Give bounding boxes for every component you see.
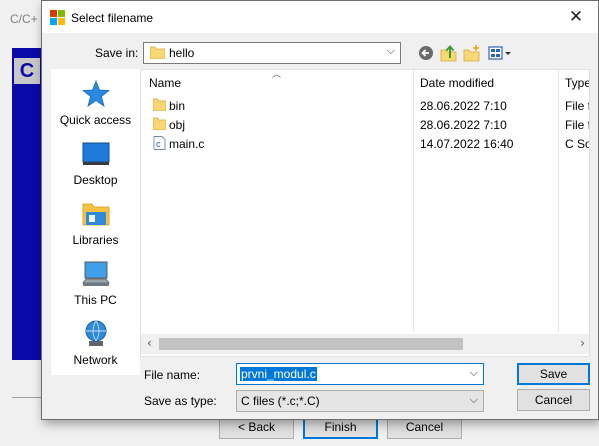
save-in-dropdown[interactable]: hello ⌵ [143, 42, 401, 64]
folder-icon [153, 117, 166, 130]
libraries-icon [82, 203, 110, 226]
back-icon[interactable] [417, 43, 435, 63]
save-in-value: hello [169, 46, 195, 60]
c-file-icon: c [153, 136, 166, 150]
wizard-banner [12, 48, 44, 360]
file-type: C Sou [565, 137, 589, 151]
file-date: 28.06.2022 7:10 [420, 99, 507, 113]
file-type: File fo [565, 99, 589, 113]
place-network[interactable]: Network [51, 319, 140, 379]
desktop-icon [82, 142, 110, 165]
chevron-down-icon: ⌵ [386, 44, 395, 57]
place-label: Network [73, 353, 118, 367]
new-folder-icon[interactable] [463, 43, 481, 63]
file-type: File fo [565, 118, 589, 132]
column-header-name[interactable]: Name [149, 70, 181, 96]
star-icon [81, 79, 111, 107]
network-icon [85, 320, 107, 346]
sort-ascending-icon: ︿ [272, 70, 282, 80]
file-name-value: prvni_modul.c [240, 367, 317, 381]
dialog-title: Select filename [71, 11, 154, 25]
save-as-type-dropdown[interactable]: C files (*.c;*.C) ⌵ [236, 390, 484, 412]
horizontal-scrollbar[interactable]: ‹ › [141, 334, 589, 354]
wizard-banner-letter: C [14, 58, 40, 84]
place-quick-access[interactable]: Quick access [51, 79, 140, 139]
file-date: 28.06.2022 7:10 [420, 118, 507, 132]
chevron-down-icon[interactable]: ⌵ [470, 366, 478, 380]
place-label: Desktop [73, 173, 118, 187]
scroll-right-icon[interactable]: › [580, 336, 585, 350]
file-row[interactable]: bin 28.06.2022 7:10 File fo [141, 96, 589, 115]
file-date: 14.07.2022 16:40 [420, 137, 514, 151]
places-bar: Quick access Desktop Libraries This PC N… [51, 69, 140, 375]
chevron-down-icon: ⌵ [469, 393, 478, 406]
file-row[interactable]: obj 28.06.2022 7:10 File fo [141, 115, 589, 134]
file-name-input[interactable]: prvni_modul.c ⌵ [236, 363, 484, 385]
place-this-pc[interactable]: This PC [51, 259, 140, 319]
save-in-label: Save in: [95, 46, 139, 60]
close-icon[interactable]: ✕ [554, 1, 598, 33]
folder-icon [150, 46, 165, 59]
save-as-type-value: C files (*.c;*.C) [241, 394, 320, 408]
file-row[interactable]: c main.c 14.07.2022 16:40 C Sou [141, 134, 589, 153]
place-desktop[interactable]: Desktop [51, 139, 140, 199]
column-header-type[interactable]: Type [565, 70, 589, 96]
place-libraries[interactable]: Libraries [51, 199, 140, 259]
svg-text:c: c [156, 139, 161, 149]
file-name-label: File name: [144, 368, 201, 382]
scroll-left-icon[interactable]: ‹ [147, 336, 152, 350]
up-folder-icon[interactable] [440, 43, 458, 63]
column-header-date[interactable]: Date modified [420, 70, 494, 96]
place-label: This PC [74, 293, 117, 307]
file-name: obj [169, 118, 186, 132]
cancel-button[interactable]: Cancel [517, 389, 590, 411]
app-icon [50, 10, 65, 25]
save-as-type-label: Save as type: [144, 394, 217, 408]
computer-icon [82, 261, 110, 286]
file-name: bin [169, 99, 186, 113]
file-list[interactable]: ︿ Name Date modified Type bin 28.06.2022… [140, 69, 590, 357]
dialog-title-bar[interactable]: Select filename ✕ [42, 1, 598, 33]
parent-window-title: C/C+ [10, 12, 38, 26]
file-name: main.c [169, 137, 205, 151]
select-filename-dialog: Select filename ✕ Save in: hello ⌵ Quick… [41, 0, 599, 420]
view-menu-icon[interactable] [487, 43, 513, 63]
place-label: Libraries [72, 233, 119, 247]
folder-icon [153, 98, 166, 111]
wizard-divider [12, 397, 42, 398]
save-button[interactable]: Save [517, 363, 590, 385]
place-label: Quick access [59, 113, 132, 127]
scrollbar-thumb[interactable] [159, 338, 463, 350]
